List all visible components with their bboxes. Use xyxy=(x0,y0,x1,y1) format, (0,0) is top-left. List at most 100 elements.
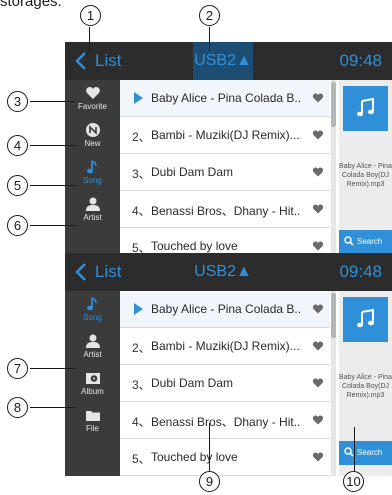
clock: 09:48 xyxy=(339,51,382,70)
sidebar-item-label: Song xyxy=(83,176,102,185)
sidebar-item-favorite[interactable]: Favorite xyxy=(65,80,120,117)
sidebar-item-label: Artist xyxy=(83,350,102,359)
category-sidebar: Song Artist Album File xyxy=(65,291,120,476)
song-list: Baby Alice - Pina Colada B... 2、 Bambi -… xyxy=(120,80,339,265)
favorite-heart-icon[interactable] xyxy=(312,340,324,352)
clock: 09:48 xyxy=(339,262,382,281)
search-label: Search xyxy=(357,448,383,457)
sidebar-item-label: File xyxy=(86,424,99,433)
list-item[interactable]: 3、 Dubi Dam Dam xyxy=(120,365,330,402)
song-title: Dubi Dam Dam xyxy=(151,165,234,179)
track-number: 2、 xyxy=(132,130,151,144)
sidebar-item-label: New xyxy=(84,139,101,148)
favorite-heart-icon[interactable] xyxy=(312,303,324,315)
song-title: Baby Alice - Pina Colada B... xyxy=(151,302,301,316)
favorite-heart-icon[interactable] xyxy=(312,240,324,252)
favorite-heart-icon[interactable] xyxy=(312,451,324,463)
list-item[interactable]: Baby Alice - Pina Colada B... xyxy=(120,291,330,328)
sidebar-item-label: Album xyxy=(81,387,104,396)
search-button[interactable]: Search xyxy=(339,441,392,465)
track-number: 3、 xyxy=(132,167,151,181)
list-scrollbar[interactable] xyxy=(331,80,336,265)
search-icon xyxy=(344,236,354,246)
callout-9: 9 xyxy=(199,471,220,492)
callout-leader xyxy=(30,407,75,408)
callout-leader xyxy=(30,185,75,186)
song-title: Bambi - Muziki(DJ Remix).... xyxy=(151,128,301,142)
favorite-heart-icon[interactable] xyxy=(312,166,324,178)
scrollbar-thumb[interactable] xyxy=(331,293,336,338)
search-label: Search xyxy=(357,237,383,246)
song-title: Benassi Bros、Dhany - Hit... xyxy=(151,415,301,429)
sidebar-item-new[interactable]: New xyxy=(65,117,120,154)
callout-1: 1 xyxy=(80,5,101,26)
music-note-icon xyxy=(357,97,374,117)
music-note-icon xyxy=(86,160,97,174)
list-scrollbar[interactable] xyxy=(331,291,336,476)
header-bar: List USB2▲ 09:48 xyxy=(65,42,392,80)
track-number: 5、 xyxy=(132,452,151,466)
track-number: 3、 xyxy=(132,378,151,392)
callout-leader xyxy=(89,27,90,51)
favorite-heart-icon[interactable] xyxy=(312,203,324,215)
favorite-heart-icon[interactable] xyxy=(312,414,324,426)
song-title: Benassi Bros、Dhany - Hit... xyxy=(151,204,301,218)
search-button[interactable]: Search xyxy=(339,230,392,254)
device-selector[interactable]: USB2▲ xyxy=(193,42,253,80)
music-list-screen-2: List USB2▲ 09:48 Song Artist Album File … xyxy=(65,253,392,476)
list-item[interactable]: 2、 Bambi - Muziki(DJ Remix).... xyxy=(120,328,330,365)
callout-5: 5 xyxy=(7,175,28,196)
callout-6: 6 xyxy=(7,215,28,236)
now-playing-panel: Baby Alice - Pina Colada Boy(DJ Remix).m… xyxy=(339,291,392,476)
song-title: Baby Alice - Pina Colada B... xyxy=(151,91,301,105)
artist-icon xyxy=(85,197,100,211)
now-playing-filename: Baby Alice - Pina Colada Boy(DJ Remix).m… xyxy=(339,163,392,188)
scrollbar-thumb[interactable] xyxy=(331,82,336,127)
device-selector[interactable]: USB2▲ xyxy=(193,253,253,291)
callout-leader xyxy=(354,427,355,472)
album-icon xyxy=(85,373,100,384)
page-caption: storages. xyxy=(0,0,62,10)
list-item[interactable]: 4、 Benassi Bros、Dhany - Hit... xyxy=(120,191,330,228)
song-title: Touched by love xyxy=(151,450,238,464)
favorite-heart-icon[interactable] xyxy=(312,129,324,141)
now-playing-panel: Baby Alice - Pina Colada Boy(DJ Remix).m… xyxy=(339,80,392,265)
song-title: Bambi - Muziki(DJ Remix).... xyxy=(151,339,301,353)
callout-leader xyxy=(30,368,75,369)
sidebar-item-album[interactable]: Album xyxy=(65,365,120,402)
callout-leader xyxy=(209,27,210,51)
back-arrow-icon[interactable] xyxy=(74,51,88,71)
song-title: Touched by love xyxy=(151,239,238,253)
list-item[interactable]: 4、 Benassi Bros、Dhany - Hit... xyxy=(120,402,330,439)
sidebar-item-label: Song xyxy=(83,313,102,322)
list-item[interactable]: 2、 Bambi - Muziki(DJ Remix).... xyxy=(120,117,330,154)
artist-icon xyxy=(85,334,100,348)
callout-3: 3 xyxy=(7,91,28,112)
list-item[interactable]: 5、 Touched by love xyxy=(120,439,330,476)
list-item[interactable]: 3、 Dubi Dam Dam xyxy=(120,154,330,191)
list-item[interactable]: Baby Alice - Pina Colada B... xyxy=(120,80,330,117)
search-icon xyxy=(344,447,354,457)
callout-7: 7 xyxy=(7,358,28,379)
favorite-heart-icon[interactable] xyxy=(312,92,324,104)
category-sidebar: Favorite New Song Artist xyxy=(65,80,120,265)
callout-10: 10 xyxy=(343,471,364,492)
header-title: List xyxy=(95,262,122,281)
sidebar-item-label: Artist xyxy=(83,213,102,222)
sidebar-item-song[interactable]: Song xyxy=(65,291,120,328)
music-note-icon xyxy=(86,297,97,311)
playing-indicator-icon xyxy=(134,92,143,104)
album-art xyxy=(343,297,388,342)
album-art xyxy=(343,86,388,131)
music-note-icon xyxy=(357,308,374,328)
song-list: Baby Alice - Pina Colada B... 2、 Bambi -… xyxy=(120,291,339,476)
callout-leader xyxy=(30,225,75,226)
track-number: 4、 xyxy=(132,204,151,218)
sidebar-item-artist[interactable]: Artist xyxy=(65,328,120,365)
sidebar-item-artist[interactable]: Artist xyxy=(65,191,120,228)
sidebar-item-label: Favorite xyxy=(78,102,107,111)
favorite-heart-icon[interactable] xyxy=(312,377,324,389)
back-arrow-icon[interactable] xyxy=(74,262,88,282)
header-title: List xyxy=(95,51,122,70)
callout-leader xyxy=(209,423,210,472)
